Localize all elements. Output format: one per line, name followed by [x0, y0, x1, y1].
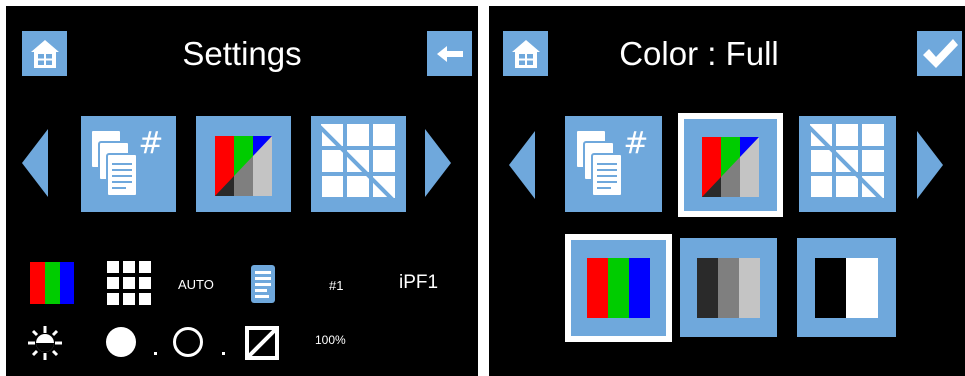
- grayscale-icon: [697, 258, 760, 318]
- auto-label: AUTO: [178, 277, 214, 292]
- settings-screen: Settings # AUTO #1 iPF1 100%: [6, 6, 478, 376]
- black-white-option[interactable]: [797, 238, 896, 337]
- document-icon: [251, 265, 275, 303]
- color-screen: Color : Full #: [489, 6, 965, 376]
- hollow-circle-icon: [173, 327, 203, 357]
- printer-label: iPF1: [399, 272, 439, 293]
- separator-dot: [222, 352, 225, 355]
- crop-icon: [245, 326, 279, 360]
- previous-arrow-button[interactable]: [509, 131, 535, 199]
- black-white-icon: [815, 258, 878, 318]
- color-mode-tile[interactable]: [196, 116, 291, 212]
- checkmark-icon: [922, 38, 958, 68]
- layout-tile[interactable]: [799, 116, 896, 212]
- grid-icon: [107, 261, 151, 305]
- copies-tile[interactable]: #: [565, 116, 662, 212]
- svg-text:#: #: [138, 126, 163, 161]
- next-arrow-button[interactable]: [425, 129, 451, 197]
- layout-icon: [804, 122, 890, 208]
- full-color-option[interactable]: [565, 234, 672, 342]
- zoom-label: 100%: [315, 333, 346, 347]
- confirm-button[interactable]: [917, 31, 962, 76]
- copies-icon: #: [90, 126, 164, 197]
- color-mode-tile-selected[interactable]: [678, 113, 783, 217]
- page-title: Settings: [182, 35, 302, 72]
- brightness-icon: [28, 326, 62, 360]
- full-color-icon: [587, 258, 650, 318]
- next-arrow-button[interactable]: [917, 131, 943, 199]
- copies-tile[interactable]: #: [81, 116, 176, 212]
- page-title: Color : Full: [619, 35, 779, 72]
- svg-text:#: #: [623, 126, 648, 161]
- rgb-color-icon: [30, 262, 74, 304]
- back-button[interactable]: [427, 31, 472, 76]
- previous-arrow-button[interactable]: [22, 129, 48, 197]
- filled-circle-icon: [106, 327, 136, 357]
- layout-tile[interactable]: [311, 116, 406, 212]
- color-mode-icon: [702, 137, 759, 197]
- back-arrow-icon: [436, 45, 463, 62]
- separator-dot: [154, 352, 157, 355]
- copies-icon: #: [575, 126, 649, 197]
- copies-count-label: #1: [329, 278, 344, 293]
- grayscale-option[interactable]: [680, 238, 777, 337]
- layout-icon: [315, 122, 401, 208]
- color-mode-icon: [215, 136, 272, 196]
